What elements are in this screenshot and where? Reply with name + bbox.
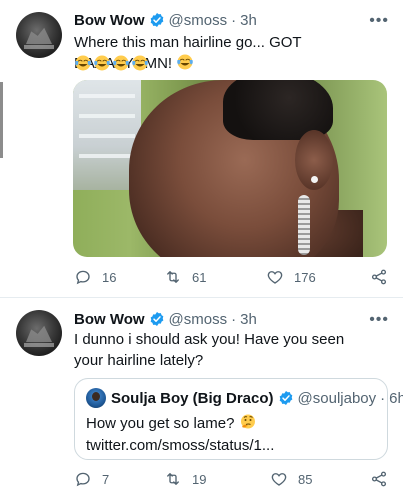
retweet-button[interactable]: 19 — [164, 470, 206, 488]
like-button[interactable]: 85 — [270, 470, 312, 488]
tweet-text: I dunno i should ask you! Have you seen … — [74, 331, 345, 369]
verified-badge-icon — [150, 13, 163, 27]
author-handle[interactable]: @smoss — [169, 12, 228, 29]
avatar[interactable] — [16, 310, 62, 356]
quoted-avatar — [86, 388, 106, 408]
avatar[interactable] — [16, 12, 62, 58]
face-with-tears-of-joy-icon — [75, 55, 91, 71]
tweet-header: Bow Wow @smoss · 3h — [74, 309, 257, 329]
timestamp[interactable]: 3h — [240, 12, 257, 29]
more-options-icon[interactable]: ••• — [369, 312, 389, 328]
more-options-icon[interactable]: ••• — [369, 13, 389, 29]
face-with-tears-of-joy-icon — [113, 55, 129, 71]
quoted-timestamp: 6h — [389, 389, 403, 407]
tweet-media-photo[interactable] — [73, 80, 387, 257]
separator-dot: · — [380, 389, 386, 407]
author-handle[interactable]: @smoss — [169, 311, 228, 328]
reply-count: 7 — [102, 471, 110, 487]
verified-badge-icon — [150, 312, 163, 326]
separator-dot: · — [231, 310, 237, 328]
like-count: 176 — [294, 269, 316, 285]
separator-dot: · — [231, 11, 237, 29]
emoji-row — [74, 54, 149, 72]
tweet-2[interactable]: Bow Wow @smoss · 3h ••• I dunno i should… — [0, 298, 403, 500]
quoted-author-handle: @souljaboy — [297, 389, 377, 407]
quoted-tweet[interactable]: Soulja Boy (Big Draco) @souljaboy · 6h H… — [74, 378, 403, 460]
reply-button[interactable]: 7 — [74, 470, 109, 488]
reply-button[interactable]: 16 — [74, 268, 116, 286]
like-count: 85 — [298, 471, 313, 487]
author-name[interactable]: Bow Wow — [74, 311, 145, 328]
face-with-tears-of-joy-icon — [132, 55, 148, 71]
thinking-face-icon — [240, 414, 255, 429]
quoted-tweet-text: How you get so lame? twitter.com/smoss/s… — [86, 413, 381, 457]
share-button[interactable] — [370, 470, 388, 488]
tweet-actions: 7 19 85 — [74, 470, 394, 490]
retweet-count: 61 — [192, 269, 207, 285]
like-button[interactable]: 176 — [266, 268, 316, 286]
reply-count: 16 — [102, 269, 117, 285]
face-with-tears-of-joy-icon — [94, 55, 110, 71]
tweet-header: Bow Wow @smoss · 3h — [74, 10, 257, 30]
retweet-icon — [167, 473, 179, 485]
tweet-actions: 16 61 176 — [74, 268, 394, 288]
quoted-tweet-header: Soulja Boy (Big Draco) @souljaboy · 6h — [86, 388, 403, 408]
retweet-count: 19 — [192, 471, 207, 487]
photo-chain — [298, 195, 310, 255]
author-name[interactable]: Bow Wow — [74, 12, 145, 29]
share-icon — [371, 269, 387, 285]
quoted-link[interactable]: twitter.com/smoss/status/1... — [86, 437, 274, 454]
timestamp[interactable]: 3h — [240, 311, 257, 328]
heart-icon — [271, 473, 287, 486]
share-icon — [371, 471, 387, 487]
verified-badge-icon — [279, 391, 292, 405]
heart-icon — [267, 271, 283, 284]
reply-icon — [76, 472, 90, 487]
quoted-author-name: Soulja Boy (Big Draco) — [111, 389, 274, 407]
quoted-text-content: How you get so lame? — [86, 415, 235, 432]
retweet-button[interactable]: 61 — [164, 268, 206, 286]
reply-icon — [76, 270, 90, 285]
retweet-icon — [167, 271, 179, 283]
tweet-1[interactable]: Bow Wow @smoss · 3h ••• Where this man h… — [0, 0, 403, 298]
share-button[interactable] — [370, 268, 388, 286]
face-with-tears-of-joy-icon — [177, 54, 194, 70]
